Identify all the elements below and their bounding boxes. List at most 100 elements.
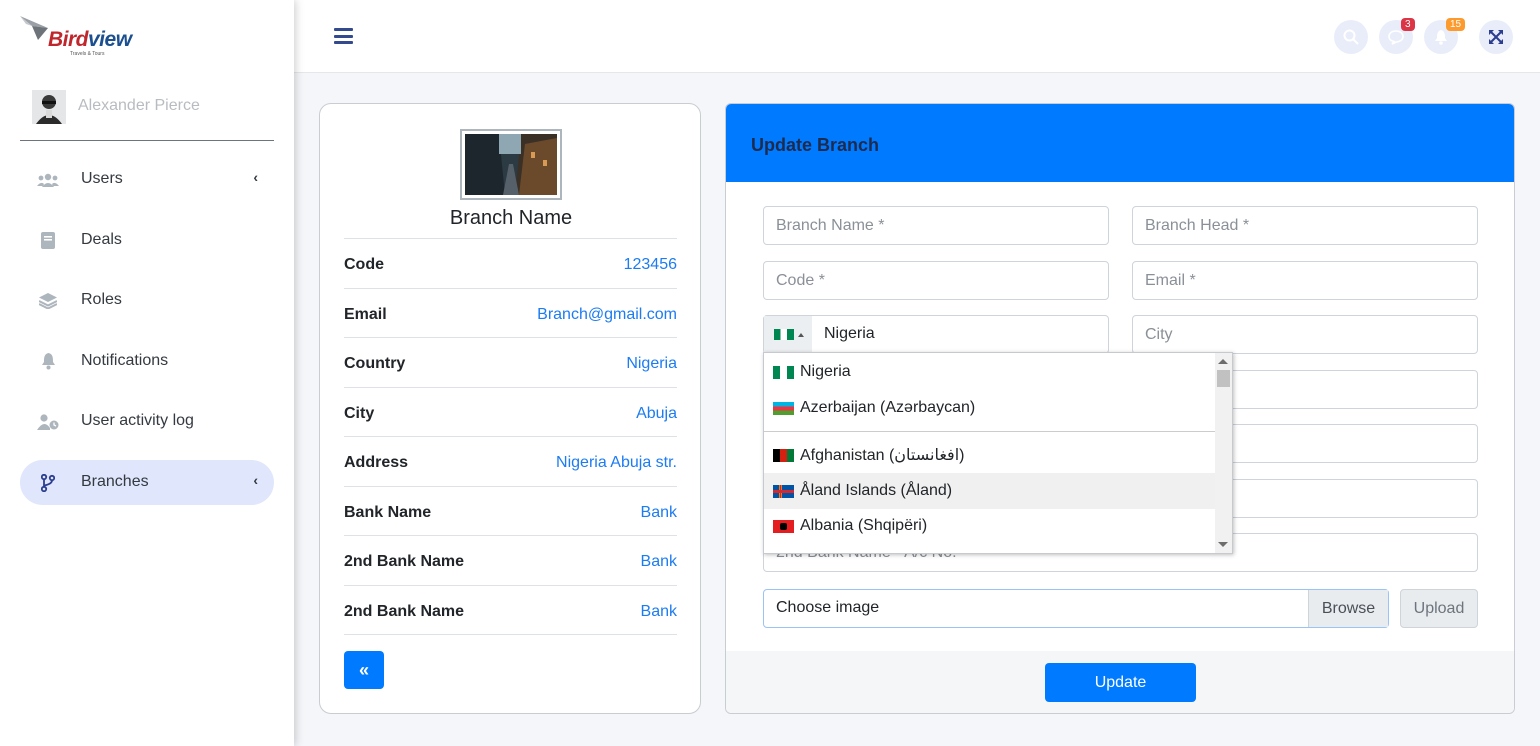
afghanistan-flag-icon	[773, 448, 794, 462]
chevron-left-icon: ‹	[253, 169, 258, 185]
sidebar-item-label: Users	[81, 170, 123, 187]
branch-profile-card: Branch Name Code 123456 Email Branch@gma…	[319, 103, 701, 714]
country-value: Nigeria	[824, 325, 875, 342]
user-name[interactable]: Alexander Pierce	[78, 97, 200, 115]
aland-flag-icon	[773, 484, 794, 498]
info-value[interactable]: Branch@gmail.com	[537, 306, 677, 324]
brand-tagline: Travels & Tours	[70, 51, 105, 57]
info-label: Address	[344, 454, 409, 471]
branch-info-list: Code 123456 Email Branch@gmail.com Count…	[344, 238, 677, 635]
city-field[interactable]: City	[1132, 315, 1478, 354]
info-label: Code	[344, 256, 384, 273]
country-option-label: Nigeria	[800, 363, 851, 380]
nigeria-flag-icon	[774, 329, 794, 340]
country-option-label: Afghanistan (‫افغانستان‬‎)	[800, 447, 965, 464]
sidebar-item-deals[interactable]: Deals	[20, 218, 274, 263]
list-item: 2nd Bank Name Bank	[344, 586, 677, 635]
avatar	[32, 90, 66, 124]
scrollbar-thumb[interactable]	[1217, 370, 1230, 387]
info-value[interactable]: 123456	[624, 256, 677, 274]
country-option-afghanistan[interactable]: Afghanistan (‫افغانستان‬‎)	[764, 437, 1216, 473]
bird-icon	[20, 16, 48, 40]
list-item: 2nd Bank Name Bank	[344, 536, 677, 586]
country-dropdown-list[interactable]: Nigeria Azerbaijan (Azərbaycan) Afghanis…	[763, 352, 1233, 554]
code-branch-icon	[37, 473, 59, 493]
search-button[interactable]	[1334, 20, 1368, 54]
country-option-aland[interactable]: Åland Islands (Åland)	[764, 473, 1216, 509]
info-value[interactable]: Abuja	[636, 405, 677, 423]
user-panel[interactable]: Alexander Pierce	[20, 84, 274, 141]
dropdown-scrollbar[interactable]	[1215, 353, 1232, 553]
image-file-input[interactable]: Choose image Browse	[763, 589, 1389, 628]
sidebar-item-label: Roles	[81, 291, 122, 309]
messages-badge: 3	[1401, 18, 1415, 31]
upload-button[interactable]: Upload	[1400, 589, 1478, 628]
sidebar-item-notifications[interactable]: Notifications	[20, 339, 274, 384]
dropdown-divider	[764, 431, 1216, 432]
email-field[interactable]: Email *	[1132, 261, 1478, 300]
list-item: Country Nigeria	[344, 338, 677, 388]
sidebar-item-user-activity-log[interactable]: User activity log	[20, 399, 274, 444]
country-option-label: Åland Islands (Åland)	[800, 482, 953, 499]
sidebar-nav: Users ‹ Deals Roles Notifications User a…	[20, 157, 274, 521]
notifications-button[interactable]: 15	[1424, 18, 1466, 54]
nigeria-flag-icon	[773, 365, 794, 379]
search-icon	[1343, 29, 1359, 45]
file-input-label: Choose image	[776, 599, 880, 616]
sidebar-item-label: Deals	[81, 230, 122, 248]
sidebar: Birdview Travels & Tours Alexander Pierc…	[0, 0, 294, 746]
user-clock-icon	[37, 412, 59, 432]
country-option-azerbaijan[interactable]: Azerbaijan (Azərbaycan)	[764, 390, 1216, 426]
sidebar-item-roles[interactable]: Roles	[20, 278, 274, 323]
book-icon	[37, 231, 59, 251]
country-flag-dropdown[interactable]	[764, 316, 812, 353]
browse-button[interactable]: Browse	[1308, 590, 1388, 627]
albania-flag-icon	[773, 519, 794, 533]
info-value[interactable]: Nigeria Abuja str.	[556, 454, 677, 472]
sidebar-item-branches[interactable]: Branches ‹	[20, 459, 274, 505]
brand-name: Birdview	[48, 28, 132, 51]
branch-head-field[interactable]: Branch Head *	[1132, 206, 1478, 245]
scroll-up-icon[interactable]	[1218, 359, 1228, 364]
country-option-nigeria[interactable]: Nigeria	[764, 354, 1216, 390]
chevron-left-icon: ‹	[253, 471, 258, 488]
sidebar-item-label: Branches	[81, 472, 149, 490]
info-label: 2nd Bank Name	[344, 553, 465, 570]
info-value[interactable]: Bank	[641, 553, 677, 571]
update-button[interactable]: Update	[1045, 663, 1196, 702]
bell-icon	[37, 352, 59, 372]
info-value[interactable]: Bank	[641, 504, 677, 522]
branch-name-field[interactable]: Branch Name *	[763, 206, 1109, 245]
info-label: 2nd Bank Name	[344, 602, 465, 620]
top-navbar: 3 15	[294, 0, 1540, 73]
country-option-albania[interactable]: Albania (Shqipëri)	[764, 508, 1216, 544]
caret-up-icon	[798, 332, 804, 337]
info-value[interactable]: Nigeria	[626, 355, 677, 373]
code-field[interactable]: Code *	[763, 261, 1109, 300]
brand-logo[interactable]: Birdview Travels & Tours	[18, 14, 138, 58]
info-label: Bank Name	[344, 503, 432, 521]
fullscreen-button[interactable]	[1479, 20, 1513, 54]
card-header: Update Branch	[726, 104, 1514, 182]
list-item: Bank Name Bank	[344, 487, 677, 536]
info-label: Email	[344, 305, 387, 323]
messages-button[interactable]: 3	[1379, 18, 1415, 54]
menu-toggle-icon[interactable]	[334, 28, 353, 44]
info-value[interactable]: Bank	[641, 603, 677, 621]
sidebar-item-label: Notifications	[81, 351, 169, 369]
expand-arrows-icon	[1489, 30, 1503, 44]
branch-name-title: Branch Name	[449, 207, 573, 229]
scroll-down-icon[interactable]	[1218, 542, 1228, 547]
country-option-label: Albania (Shqipëri)	[800, 517, 928, 534]
sidebar-item-label: User activity log	[81, 412, 194, 430]
list-item: Code 123456	[344, 239, 677, 289]
list-item: Address Nigeria Abuja str.	[344, 437, 677, 487]
bell-icon	[1435, 30, 1447, 45]
branch-image	[460, 129, 562, 200]
country-select-field[interactable]: Nigeria	[763, 315, 1109, 354]
country-option-label: Azerbaijan (Azərbaycan)	[800, 399, 976, 416]
list-item: Email Branch@gmail.com	[344, 289, 677, 338]
azerbaijan-flag-icon	[773, 401, 794, 415]
sidebar-item-users[interactable]: Users ‹	[20, 157, 274, 202]
back-button[interactable]: «	[344, 651, 384, 689]
